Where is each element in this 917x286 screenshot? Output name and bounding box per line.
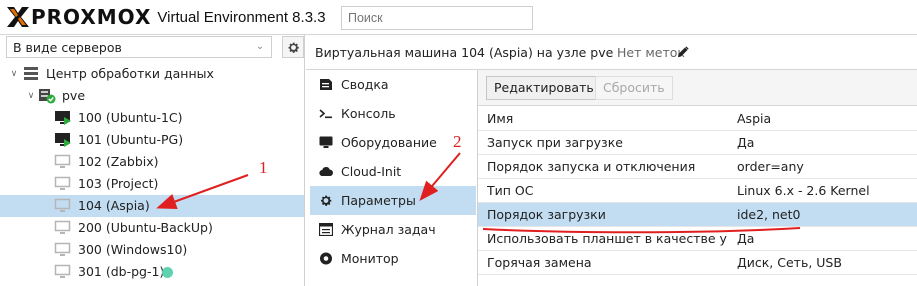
table-row[interactable]: Порядок запуска и отключения order=any xyxy=(478,155,917,179)
annotation-label-1: 1 xyxy=(259,158,268,177)
tree-item-label: 200 (Ubuntu-BackUp) xyxy=(78,220,213,235)
options-panel: Редактировать Сбросить Имя Aspia Запуск … xyxy=(477,70,917,286)
tree-item-vm[interactable]: 301 (db-pg-1) xyxy=(0,261,304,283)
monitor-icon xyxy=(320,252,332,265)
vm-stopped-icon xyxy=(54,264,71,278)
tree-item-vm[interactable]: 300 (Windows10) xyxy=(0,239,304,261)
option-key: Тип ОС xyxy=(487,183,534,198)
annotation-label-2: 2 xyxy=(453,132,462,151)
tag-dot xyxy=(162,267,173,278)
table-row[interactable]: Горячая замена Диск, Сеть, USB xyxy=(478,251,917,275)
tree-settings-button[interactable] xyxy=(282,36,304,58)
options-table: Имя Aspia Запуск при загрузке Да Порядок… xyxy=(478,107,917,275)
nav-item-console[interactable]: Консоль xyxy=(310,99,476,128)
tree-item-label: 301 (db-pg-1) xyxy=(78,264,165,279)
nav-item-label: Журнал задач xyxy=(341,222,436,237)
nav-item-label: Консоль xyxy=(341,106,396,121)
nav-item-task-log[interactable]: Журнал задач xyxy=(310,215,476,244)
hardware-icon xyxy=(319,136,333,148)
table-row-selected[interactable]: Порядок загрузки ide2, net0 xyxy=(478,203,917,227)
vm-tags: Нет меток xyxy=(617,45,685,60)
tree-item-label: 103 (Project) xyxy=(78,176,159,191)
collapse-icon[interactable]: ∨ xyxy=(25,85,37,107)
vm-stopped-icon xyxy=(54,242,71,256)
nav-item-label: Монитор xyxy=(341,251,399,266)
nav-item-hardware[interactable]: Оборудование xyxy=(310,128,476,157)
tree-item-label: Центр обработки данных xyxy=(46,66,214,81)
pencil-icon[interactable] xyxy=(677,46,689,58)
tree-item-label: 100 (Ubuntu-1C) xyxy=(78,110,183,125)
view-select-value: В виде серверов xyxy=(13,39,122,55)
logo-text: PROXMOX xyxy=(31,5,152,29)
gear-icon xyxy=(288,42,299,53)
product-version: Virtual Environment 8.3.3 xyxy=(157,8,326,26)
option-value: Диск, Сеть, USB xyxy=(737,255,842,270)
summary-icon xyxy=(320,79,332,90)
nav-item-monitor[interactable]: Монитор xyxy=(310,244,476,273)
nav-item-label: Оборудование xyxy=(341,135,437,150)
vm-running-icon xyxy=(55,133,71,147)
tree-item-node-pve[interactable]: ∨ pve xyxy=(0,85,304,107)
reset-button[interactable]: Сбросить xyxy=(595,76,673,100)
table-row[interactable]: Запуск при загрузке Да xyxy=(478,131,917,155)
tree-item-vm[interactable]: 100 (Ubuntu-1C) xyxy=(0,107,304,129)
proxmox-logo[interactable]: PROXMOX Virtual Environment 8.3.3 xyxy=(6,5,326,29)
toolbar: Редактировать Сбросить xyxy=(478,70,917,106)
tree-item-datacenter[interactable]: ∨ Центр обработки данных xyxy=(0,63,304,85)
tree-item-vm-selected[interactable]: 104 (Aspia) xyxy=(0,195,304,217)
vm-nav: Сводка Консоль Оборудование Cloud-Init П… xyxy=(310,70,476,273)
option-key: Имя xyxy=(487,111,514,126)
option-key: Использовать планшет в качестве указател… xyxy=(487,231,727,246)
table-row[interactable]: Тип ОС Linux 6.x - 2.6 Kernel xyxy=(478,179,917,203)
task-log-icon xyxy=(319,223,333,236)
option-value: Да xyxy=(737,231,755,246)
edit-button[interactable]: Редактировать xyxy=(486,76,602,100)
view-select[interactable]: В виде серверов ⌄ xyxy=(6,36,272,58)
table-row[interactable]: Имя Aspia xyxy=(478,107,917,131)
collapse-icon[interactable]: ∨ xyxy=(8,63,20,85)
datacenter-icon xyxy=(24,67,38,80)
vm-stopped-icon xyxy=(54,154,71,168)
search-input[interactable] xyxy=(341,6,533,30)
option-key: Запуск при загрузке xyxy=(487,135,623,150)
tree-item-label: pve xyxy=(62,88,86,103)
nav-item-label: Cloud-Init xyxy=(341,164,402,179)
gear-icon xyxy=(321,195,332,206)
option-value: Да xyxy=(737,135,755,150)
top-bar: PROXMOX Virtual Environment 8.3.3 xyxy=(0,0,917,35)
vm-running-icon xyxy=(55,111,71,125)
tree-item-label: 104 (Aspia) xyxy=(78,198,150,213)
node-icon xyxy=(39,89,56,104)
nav-item-label: Сводка xyxy=(341,77,389,92)
option-key: Порядок загрузки xyxy=(487,207,606,222)
tree-item-label: 101 (Ubuntu-PG) xyxy=(78,132,184,147)
option-key: Горячая замена xyxy=(487,255,592,270)
vm-stopped-icon xyxy=(54,198,71,212)
page-title: Виртуальная машина 104 (Aspia) на узле p… xyxy=(315,45,614,60)
nav-item-summary[interactable]: Сводка xyxy=(310,70,476,99)
option-value: ide2, net0 xyxy=(737,207,801,222)
vm-stopped-icon xyxy=(54,176,71,190)
option-value: Linux 6.x - 2.6 Kernel xyxy=(737,183,870,198)
nav-item-label: Параметры xyxy=(341,193,416,208)
vm-header: Виртуальная машина 104 (Aspia) на узле p… xyxy=(306,35,917,70)
cloud-icon xyxy=(319,167,333,177)
vm-stopped-icon xyxy=(54,220,71,234)
tree-item-vm[interactable]: 101 (Ubuntu-PG) xyxy=(0,129,304,151)
tree-item-label: 300 (Windows10) xyxy=(78,242,188,257)
option-value: order=any xyxy=(737,159,804,174)
option-value: Aspia xyxy=(737,111,772,126)
chevron-down-icon[interactable]: ⌄ xyxy=(253,40,267,54)
nav-item-cloud-init[interactable]: Cloud-Init xyxy=(310,157,476,186)
tree-item-label: 102 (Zabbix) xyxy=(78,154,159,169)
tree-item-vm[interactable]: 200 (Ubuntu-BackUp) xyxy=(0,217,304,239)
option-key: Порядок запуска и отключения xyxy=(487,159,696,174)
nav-item-options[interactable]: Параметры xyxy=(310,186,476,215)
proxmox-x-icon xyxy=(7,7,29,27)
console-icon xyxy=(319,109,332,119)
table-row[interactable]: Использовать планшет в качестве указател… xyxy=(478,227,917,251)
